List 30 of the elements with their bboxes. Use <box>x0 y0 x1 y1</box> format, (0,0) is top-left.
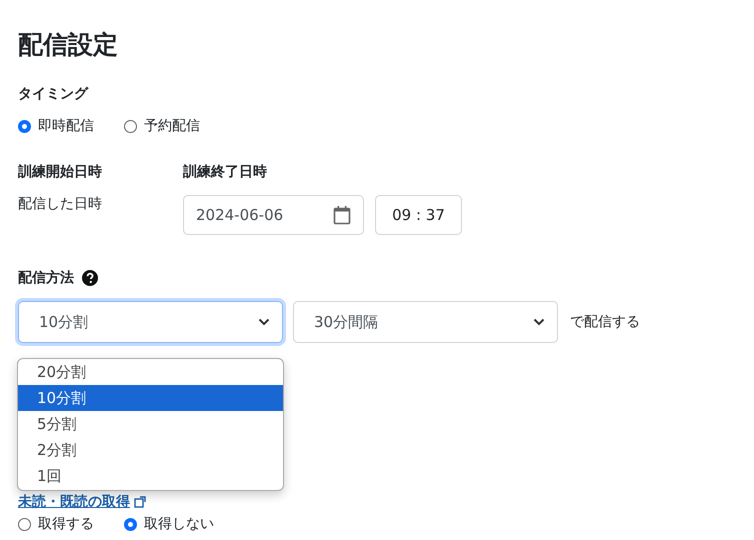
page-title: 配信設定 <box>18 29 119 61</box>
time-field[interactable]: 09 : 37 <box>375 195 462 235</box>
dropdown-option[interactable]: 20分割 <box>18 359 283 385</box>
dropdown-option[interactable]: 2分割 <box>18 437 283 463</box>
chevron-icon <box>258 318 270 326</box>
field-label: 訓練終了日時 <box>183 163 267 181</box>
suffix-text: で配信する <box>570 313 640 331</box>
section-label: 配信方法 <box>18 269 74 287</box>
radio-option[interactable]: 取得する <box>18 515 94 533</box>
section-label: タイミング <box>18 85 88 103</box>
read-tracking-link[interactable]: 未読・既読の取得 <box>18 493 130 511</box>
radio-icon[interactable] <box>18 120 31 132</box>
dropdown-option[interactable]: 1回 <box>18 463 283 489</box>
radio-icon[interactable] <box>124 120 137 132</box>
split-select[interactable]: 10分割 <box>18 301 283 343</box>
radio-option[interactable]: 予約配信 <box>124 117 200 135</box>
radio-icon[interactable] <box>124 518 137 530</box>
dropdown-option[interactable]: 5分割 <box>18 411 283 437</box>
start-value: 配信した日時 <box>18 195 103 213</box>
chevron-icon <box>533 318 545 326</box>
help-icon[interactable] <box>82 270 98 286</box>
field-label: 訓練開始日時 <box>18 163 102 181</box>
radio-option[interactable]: 取得しない <box>124 515 214 533</box>
external-link-icon <box>134 496 146 508</box>
calendar-icon[interactable] <box>333 205 351 225</box>
radio-option[interactable]: 即時配信 <box>18 117 94 135</box>
radio-icon[interactable] <box>18 518 31 530</box>
date-field[interactable]: 2024-06-06 <box>183 195 364 235</box>
dropdown-option[interactable]: 10分割 <box>18 385 283 411</box>
interval-select[interactable]: 30分間隔 <box>293 301 558 343</box>
